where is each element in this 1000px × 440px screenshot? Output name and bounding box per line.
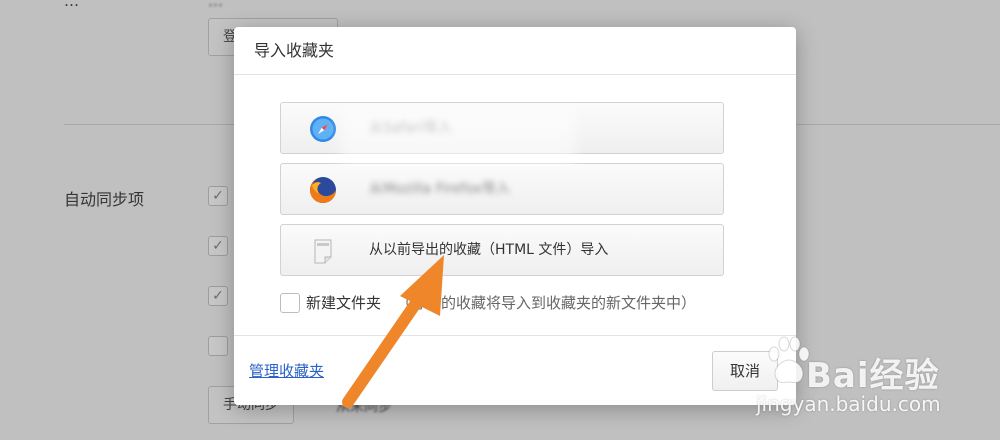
import-from-html-file-label: 从以前导出的收藏（HTML 文件）导入 bbox=[369, 242, 609, 258]
baidu-paw-icon bbox=[768, 336, 810, 384]
dialog-title: 导入收藏夹 bbox=[254, 41, 335, 60]
new-folder-checkbox[interactable] bbox=[280, 293, 300, 313]
import-from-firefox-button[interactable]: 从Mozilla Firefox导入 bbox=[280, 163, 724, 215]
watermark-url: jingyan.baidu.com bbox=[756, 392, 941, 416]
new-folder-label: 新建文件夹 bbox=[306, 294, 382, 312]
baidu-jingyan-watermark: Bai经验 jingyan.baidu.com bbox=[744, 330, 944, 430]
watermark-logo-text: Bai经验 bbox=[806, 356, 940, 396]
import-from-firefox-label: 从Mozilla Firefox导入 bbox=[369, 181, 511, 197]
html-file-icon bbox=[314, 239, 332, 264]
new-folder-hint: （导入的收藏将导入到收藏夹的新文件夹中） bbox=[396, 294, 697, 312]
manage-bookmarks-link[interactable]: 管理收藏夹 bbox=[249, 360, 324, 381]
firefox-icon bbox=[310, 177, 336, 203]
dialog-footer: 管理收藏夹 取消 bbox=[234, 335, 796, 405]
import-bookmarks-dialog: 导入收藏夹 从Safari导入 从Mozilla Firefox导入 从以前导出… bbox=[234, 27, 796, 405]
safari-compass-icon bbox=[310, 116, 336, 142]
dialog-header: 导入收藏夹 bbox=[234, 27, 796, 75]
import-from-html-file-button[interactable]: 从以前导出的收藏（HTML 文件）导入 bbox=[280, 224, 724, 276]
privacy-blur-patch bbox=[340, 109, 576, 165]
